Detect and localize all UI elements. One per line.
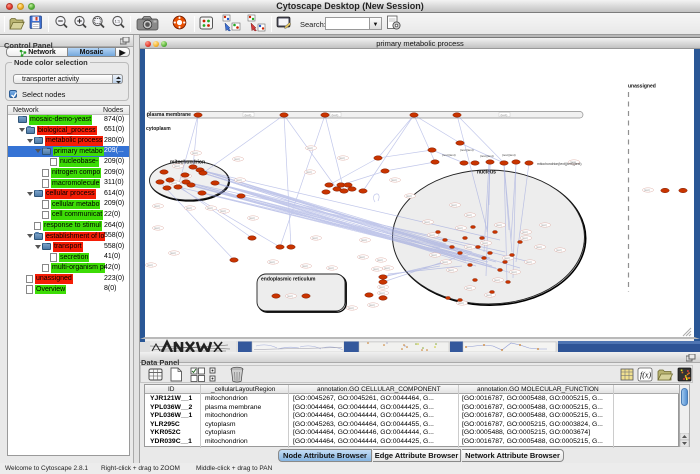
svg-text:nucleus: nucleus xyxy=(477,170,496,176)
svg-text:(text): (text) xyxy=(234,157,240,161)
svg-text:(text): (text) xyxy=(287,294,293,298)
svg-text:plasma membrane: plasma membrane xyxy=(147,112,191,118)
svg-text:(text)(text): (text)(text) xyxy=(460,148,474,152)
svg-text:(text): (text) xyxy=(424,220,430,224)
svg-text:(text)(text): (text)(text) xyxy=(442,153,456,157)
svg-text:(text): (text) xyxy=(328,266,334,270)
svg-text:(text): (text) xyxy=(556,248,562,252)
svg-text:cytoplasm: cytoplasm xyxy=(146,126,171,132)
svg-text:(text): (text) xyxy=(406,194,412,198)
svg-text:(text): (text) xyxy=(451,203,457,207)
svg-text:(text): (text) xyxy=(220,209,226,213)
svg-text:(text): (text) xyxy=(174,164,180,168)
svg-text:(text): (text) xyxy=(504,256,510,260)
svg-text:(text): (text) xyxy=(306,170,312,174)
svg-text:(text): (text) xyxy=(249,216,255,220)
svg-text:(text): (text) xyxy=(541,223,547,227)
svg-text:(text): (text) xyxy=(192,151,198,155)
svg-text:(text): (text) xyxy=(359,255,365,259)
svg-text:(text): (text) xyxy=(348,306,354,310)
svg-text:(text): (text) xyxy=(245,113,252,117)
svg-text:(text): (text) xyxy=(154,226,160,230)
svg-text:(text): (text) xyxy=(170,251,176,255)
svg-text:(text): (text) xyxy=(457,226,463,230)
svg-text:endoplasmic reticulum: endoplasmic reticulum xyxy=(261,277,316,283)
svg-text:(text): (text) xyxy=(496,223,502,227)
svg-text:(text): (text) xyxy=(391,178,397,182)
svg-text:(text): (text) xyxy=(429,233,435,237)
svg-text:(text): (text) xyxy=(442,260,448,264)
svg-text:(text): (text) xyxy=(482,241,488,245)
svg-text:f(x): f(x) xyxy=(640,371,651,380)
svg-text:(text): (text) xyxy=(147,263,153,267)
svg-text:(text): (text) xyxy=(501,113,508,117)
svg-text:(text): (text) xyxy=(269,260,275,264)
svg-text:(text): (text) xyxy=(312,236,318,240)
svg-text:(text): (text) xyxy=(379,291,385,295)
svg-text:(text): (text) xyxy=(332,113,339,117)
svg-text:(text): (text) xyxy=(154,204,160,208)
svg-text:(text): (text) xyxy=(466,213,472,217)
svg-text:(text): (text) xyxy=(644,188,650,192)
svg-text:(text): (text) xyxy=(511,270,517,274)
svg-text:(text): (text) xyxy=(536,245,542,249)
svg-text:1:1: 1:1 xyxy=(115,19,121,24)
svg-text:(text): (text) xyxy=(431,253,437,257)
svg-text:(text): (text) xyxy=(186,206,192,210)
svg-text:(text): (text) xyxy=(384,266,390,270)
svg-text:(text): (text) xyxy=(302,264,308,268)
svg-text:(text): (text) xyxy=(369,303,375,307)
svg-text:(text): (text) xyxy=(466,245,472,249)
svg-text:(text): (text) xyxy=(361,238,367,242)
svg-text:(text): (text) xyxy=(307,146,313,150)
svg-text:(text): (text) xyxy=(466,286,472,290)
svg-text:(text): (text) xyxy=(373,267,379,271)
svg-text:(text): (text) xyxy=(339,156,345,160)
svg-text:(text): (text) xyxy=(526,260,532,264)
svg-text:mitochondrion(text)(text)(text: mitochondrion(text)(text)(text) xyxy=(537,162,581,166)
svg-text:(text)(text): (text)(text) xyxy=(480,154,494,158)
svg-text:(text): (text) xyxy=(236,178,242,182)
svg-text:(text): (text) xyxy=(448,268,454,272)
svg-text:(text): (text) xyxy=(379,285,385,289)
svg-text:(text): (text) xyxy=(522,230,528,234)
svg-text:(text)(text): (text)(text) xyxy=(502,153,516,157)
svg-text:(text): (text) xyxy=(377,258,383,262)
svg-text:(text): (text) xyxy=(522,236,528,240)
svg-text:(text): (text) xyxy=(207,206,213,210)
svg-text:unassigned: unassigned xyxy=(628,84,656,90)
svg-text:(text): (text) xyxy=(494,278,500,282)
